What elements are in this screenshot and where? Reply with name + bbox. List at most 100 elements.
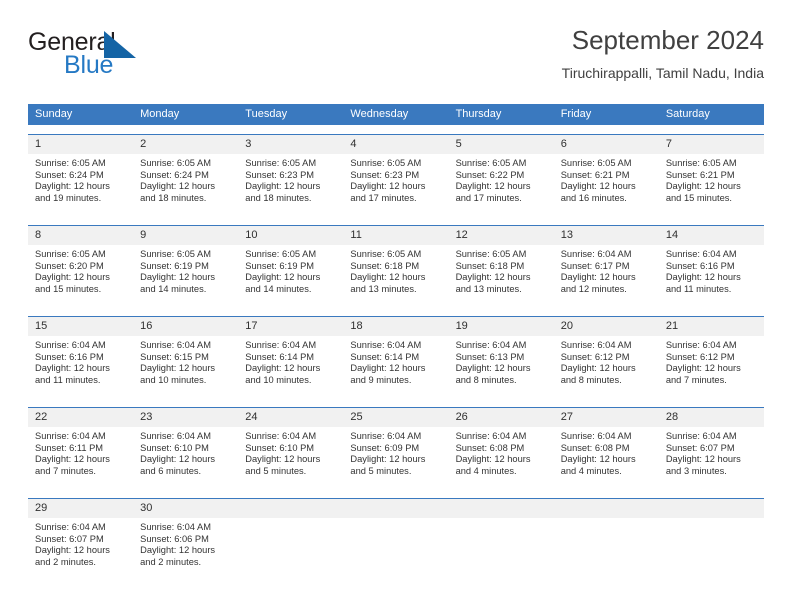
day-cell[interactable]: 6 Sunrise: 6:05 AM Sunset: 6:21 PM Dayli… <box>553 135 659 216</box>
day-cell[interactable]: 19 Sunrise: 6:04 AM Sunset: 6:13 PM Dayl… <box>448 317 554 398</box>
day-cell[interactable]: 3 Sunrise: 6:05 AM Sunset: 6:23 PM Dayli… <box>238 135 344 216</box>
daylight-text-line1: Daylight: 12 hours <box>455 272 531 283</box>
day-details: Sunrise: 6:04 AM Sunset: 6:14 PM Dayligh… <box>238 336 343 386</box>
day-cell[interactable]: 25 Sunrise: 6:04 AM Sunset: 6:09 PM Dayl… <box>343 408 449 489</box>
day-number: 4 <box>343 135 449 154</box>
day-cell[interactable]: 2 Sunrise: 6:05 AM Sunset: 6:24 PM Dayli… <box>133 135 239 216</box>
day-cell[interactable]: 29 Sunrise: 6:04 AM Sunset: 6:07 PM Dayl… <box>28 499 134 580</box>
day-cell[interactable]: 21 Sunrise: 6:04 AM Sunset: 6:12 PM Dayl… <box>658 317 764 398</box>
daylight-text-line1: Daylight: 12 hours <box>560 272 636 283</box>
day-cell[interactable]: 30 Sunrise: 6:04 AM Sunset: 6:06 PM Dayl… <box>133 499 239 580</box>
day-details: Sunrise: 6:04 AM Sunset: 6:15 PM Dayligh… <box>133 336 238 386</box>
sunrise-text: Sunrise: 6:04 AM <box>560 431 632 441</box>
day-cell[interactable]: 1 Sunrise: 6:05 AM Sunset: 6:24 PM Dayli… <box>28 135 134 216</box>
week-row: 1 Sunrise: 6:05 AM Sunset: 6:24 PM Dayli… <box>28 134 764 216</box>
day-details: Sunrise: 6:04 AM Sunset: 6:16 PM Dayligh… <box>28 336 133 386</box>
day-number: 15 <box>28 317 134 336</box>
day-cell[interactable]: 20 Sunrise: 6:04 AM Sunset: 6:12 PM Dayl… <box>553 317 659 398</box>
day-cell-empty <box>343 499 449 580</box>
daylight-text-line1: Daylight: 12 hours <box>560 181 636 192</box>
day-details: Sunrise: 6:05 AM Sunset: 6:18 PM Dayligh… <box>449 245 554 295</box>
daylight-text-line2: and 14 minutes. <box>245 283 312 294</box>
day-details: Sunrise: 6:05 AM Sunset: 6:19 PM Dayligh… <box>133 245 238 295</box>
daylight-text-line2: and 6 minutes. <box>140 465 202 476</box>
sunrise-text: Sunrise: 6:05 AM <box>455 249 527 259</box>
day-cell[interactable]: 4 Sunrise: 6:05 AM Sunset: 6:23 PM Dayli… <box>343 135 449 216</box>
daylight-text-line1: Daylight: 12 hours <box>350 454 426 465</box>
sunrise-text: Sunrise: 6:04 AM <box>665 340 737 350</box>
day-cell[interactable]: 28 Sunrise: 6:04 AM Sunset: 6:07 PM Dayl… <box>658 408 764 489</box>
sunrise-text: Sunrise: 6:05 AM <box>35 249 106 259</box>
day-cell[interactable]: 10 Sunrise: 6:05 AM Sunset: 6:19 PM Dayl… <box>238 226 344 307</box>
sunset-text: Sunset: 6:16 PM <box>665 260 735 271</box>
daylight-text-line1: Daylight: 12 hours <box>140 363 216 374</box>
daylight-text-line1: Daylight: 12 hours <box>350 181 426 192</box>
day-details: Sunrise: 6:04 AM Sunset: 6:08 PM Dayligh… <box>449 427 554 477</box>
day-number: 10 <box>238 226 344 245</box>
daylight-text-line2: and 4 minutes. <box>560 465 622 476</box>
weekday-header-monday: Monday <box>140 108 180 120</box>
daylight-text-line2: and 8 minutes. <box>560 374 622 385</box>
day-cell[interactable]: 24 Sunrise: 6:04 AM Sunset: 6:10 PM Dayl… <box>238 408 344 489</box>
day-number: 2 <box>133 135 239 154</box>
day-cell[interactable]: 9 Sunrise: 6:05 AM Sunset: 6:19 PM Dayli… <box>133 226 239 307</box>
day-cell[interactable]: 17 Sunrise: 6:04 AM Sunset: 6:14 PM Dayl… <box>238 317 344 398</box>
daylight-text-line1: Daylight: 12 hours <box>245 363 321 374</box>
sunrise-text: Sunrise: 6:04 AM <box>245 431 317 441</box>
day-cell[interactable]: 14 Sunrise: 6:04 AM Sunset: 6:16 PM Dayl… <box>658 226 764 307</box>
day-cell[interactable]: 18 Sunrise: 6:04 AM Sunset: 6:14 PM Dayl… <box>343 317 449 398</box>
day-cell[interactable]: 27 Sunrise: 6:04 AM Sunset: 6:08 PM Dayl… <box>553 408 659 489</box>
sunset-text: Sunset: 6:19 PM <box>245 260 315 271</box>
sunrise-text: Sunrise: 6:05 AM <box>245 249 317 259</box>
daylight-text-line2: and 12 minutes. <box>560 283 627 294</box>
day-number: 13 <box>553 226 659 245</box>
day-cell[interactable]: 22 Sunrise: 6:04 AM Sunset: 6:11 PM Dayl… <box>28 408 134 489</box>
day-details: Sunrise: 6:05 AM Sunset: 6:24 PM Dayligh… <box>28 154 133 204</box>
day-number <box>238 499 344 518</box>
day-details <box>343 518 448 522</box>
day-cell[interactable]: 11 Sunrise: 6:05 AM Sunset: 6:18 PM Dayl… <box>343 226 449 307</box>
daylight-text-line1: Daylight: 12 hours <box>455 363 531 374</box>
day-cell[interactable]: 12 Sunrise: 6:05 AM Sunset: 6:18 PM Dayl… <box>448 226 554 307</box>
daylight-text-line1: Daylight: 12 hours <box>665 454 741 465</box>
day-number: 18 <box>343 317 449 336</box>
day-cell[interactable]: 8 Sunrise: 6:05 AM Sunset: 6:20 PM Dayli… <box>28 226 134 307</box>
day-cell[interactable]: 23 Sunrise: 6:04 AM Sunset: 6:10 PM Dayl… <box>133 408 239 489</box>
sunrise-text: Sunrise: 6:05 AM <box>35 158 106 168</box>
day-details: Sunrise: 6:05 AM Sunset: 6:20 PM Dayligh… <box>28 245 133 295</box>
day-details: Sunrise: 6:04 AM Sunset: 6:07 PM Dayligh… <box>28 518 133 568</box>
sunrise-text: Sunrise: 6:05 AM <box>665 158 737 168</box>
day-cell[interactable]: 13 Sunrise: 6:04 AM Sunset: 6:17 PM Dayl… <box>553 226 659 307</box>
day-number: 8 <box>28 226 134 245</box>
daylight-text-line1: Daylight: 12 hours <box>140 272 216 283</box>
sunrise-text: Sunrise: 6:04 AM <box>140 431 211 441</box>
day-number: 6 <box>553 135 659 154</box>
sunrise-text: Sunrise: 6:04 AM <box>455 340 527 350</box>
day-details: Sunrise: 6:04 AM Sunset: 6:08 PM Dayligh… <box>554 427 659 477</box>
brand-logo[interactable]: General Blue <box>28 30 258 88</box>
sunrise-text: Sunrise: 6:04 AM <box>455 431 527 441</box>
day-number: 30 <box>133 499 239 518</box>
sunrise-text: Sunrise: 6:04 AM <box>560 340 632 350</box>
day-cell[interactable]: 26 Sunrise: 6:04 AM Sunset: 6:08 PM Dayl… <box>448 408 554 489</box>
day-number: 24 <box>238 408 344 427</box>
sunrise-text: Sunrise: 6:04 AM <box>140 340 211 350</box>
day-details: Sunrise: 6:05 AM Sunset: 6:22 PM Dayligh… <box>449 154 554 204</box>
day-cell-empty <box>448 499 554 580</box>
day-number: 25 <box>343 408 449 427</box>
day-cell[interactable]: 7 Sunrise: 6:05 AM Sunset: 6:21 PM Dayli… <box>658 135 764 216</box>
day-cell[interactable]: 16 Sunrise: 6:04 AM Sunset: 6:15 PM Dayl… <box>133 317 239 398</box>
week-row: 29 Sunrise: 6:04 AM Sunset: 6:07 PM Dayl… <box>28 498 764 580</box>
sunset-text: Sunset: 6:07 PM <box>35 533 104 544</box>
day-details: Sunrise: 6:04 AM Sunset: 6:10 PM Dayligh… <box>238 427 343 477</box>
page-subtitle: Tiruchirappalli, Tamil Nadu, India <box>561 64 764 81</box>
sunset-text: Sunset: 6:20 PM <box>35 260 104 271</box>
daylight-text-line1: Daylight: 12 hours <box>455 454 531 465</box>
day-cell[interactable]: 5 Sunrise: 6:05 AM Sunset: 6:22 PM Dayli… <box>448 135 554 216</box>
daylight-text-line1: Daylight: 12 hours <box>245 454 321 465</box>
daylight-text-line2: and 13 minutes. <box>350 283 417 294</box>
day-number <box>658 499 764 518</box>
daylight-text-line1: Daylight: 12 hours <box>35 181 110 192</box>
day-cell[interactable]: 15 Sunrise: 6:04 AM Sunset: 6:16 PM Dayl… <box>28 317 134 398</box>
weekday-header-row: Sunday Monday Tuesday Wednesday Thursday… <box>28 104 764 125</box>
